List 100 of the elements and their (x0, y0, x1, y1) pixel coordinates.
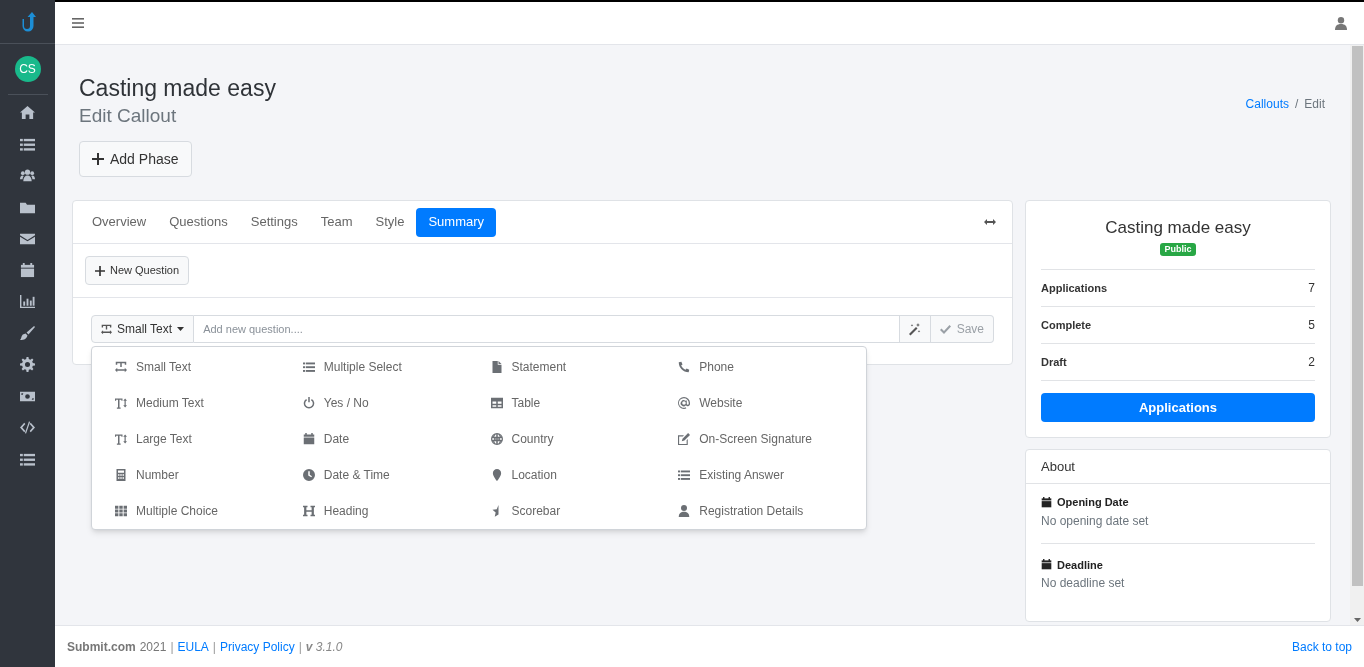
calendar-icon (302, 433, 315, 445)
menu-item[interactable]: Scorebar (490, 493, 679, 529)
person-icon (678, 505, 691, 517)
add-phase-button[interactable]: Add Phase (79, 141, 192, 177)
stat-value: 5 (1308, 317, 1315, 334)
about-value: No opening date set (1041, 512, 1150, 530)
menu-item[interactable]: Phone (678, 349, 866, 385)
menu-icon[interactable] (72, 18, 84, 28)
tab[interactable]: Questions (158, 207, 239, 237)
footer-separator: | (298, 638, 302, 656)
stat-label: Draft (1041, 354, 1067, 370)
users-icon[interactable] (20, 168, 35, 183)
bar-chart-icon[interactable] (20, 294, 35, 309)
menu-item[interactable]: Existing Answer (678, 457, 866, 493)
tab[interactable]: Settings (239, 207, 309, 237)
menu-item[interactable]: Table (490, 385, 679, 421)
plus-icon (95, 265, 105, 276)
stat-value: 2 (1308, 354, 1315, 371)
menu-item[interactable]: Medium Text (115, 385, 303, 421)
about-label: Deadline (1057, 557, 1103, 573)
menu-item[interactable]: Heading (302, 493, 491, 529)
menu-item[interactable]: Website (678, 385, 866, 421)
breadcrumb-link[interactable]: Callouts (1245, 95, 1289, 113)
footer-separator: | (170, 638, 174, 656)
footer-link[interactable]: Privacy Policy (220, 637, 295, 656)
phone-icon (678, 361, 691, 373)
calendar-icon (1041, 496, 1052, 508)
question-type-dropdown[interactable]: Small Text (91, 315, 195, 343)
brand-name: Submit.com (67, 638, 136, 656)
list-icon[interactable] (20, 451, 35, 467)
breadcrumb-separator: / (1294, 96, 1299, 113)
envelope-icon[interactable] (20, 231, 35, 246)
text-width-icon (101, 323, 112, 335)
map-pin-icon (490, 469, 503, 481)
menu-item[interactable]: Large Text (115, 421, 303, 457)
menu-item[interactable]: Number (115, 457, 303, 493)
list-icon (678, 469, 691, 481)
list-icon (302, 361, 315, 373)
scrollbar[interactable] (1350, 45, 1364, 625)
about-label: Opening Date (1057, 495, 1129, 510)
footer-link[interactable]: EULA (177, 637, 209, 656)
heading-icon (302, 505, 315, 517)
page-title: Casting made easy (79, 74, 276, 103)
callout-title: Casting made easy (1104, 217, 1252, 239)
back-to-top-link[interactable]: Back to top (1291, 637, 1352, 656)
card-title: About (1026, 450, 1330, 484)
menu-item[interactable]: Date (302, 421, 491, 457)
text-height-icon (115, 433, 127, 445)
grid-icon (115, 505, 127, 517)
text-width-icon (115, 361, 127, 373)
stat-label: Applications (1041, 280, 1107, 296)
menu-item[interactable]: Multiple Choice (115, 493, 303, 529)
new-question-button[interactable]: New Question (85, 256, 190, 285)
footer-separator: | (212, 638, 216, 656)
tab[interactable]: Team (309, 207, 364, 237)
table-icon (490, 397, 503, 409)
calendar-icon[interactable] (20, 262, 35, 278)
globe-icon (490, 433, 503, 445)
horizontal-arrows-icon[interactable] (984, 218, 996, 226)
magic-wand-icon (908, 322, 922, 336)
code-icon[interactable] (20, 420, 35, 435)
applications-button[interactable]: Applications (1041, 393, 1315, 422)
about-value: No deadline set (1041, 575, 1126, 592)
menu-item[interactable]: Location (490, 457, 679, 493)
question-input-field[interactable]: Add new question.... (194, 315, 899, 343)
user-icon[interactable] (1335, 16, 1347, 30)
menu-item[interactable]: Yes / No (302, 385, 491, 421)
clock-icon (302, 469, 315, 481)
list-icon[interactable] (20, 136, 35, 152)
menu-item[interactable]: Multiple Select (302, 349, 491, 385)
document-icon (490, 361, 503, 373)
copyright-year: 2021 (139, 638, 167, 656)
power-icon (302, 397, 315, 409)
menu-item[interactable]: Country (490, 421, 679, 457)
home-icon[interactable] (20, 105, 35, 120)
menu-item[interactable]: Small Text (115, 349, 303, 385)
breadcrumb-current: Edit (1304, 96, 1325, 113)
plus-icon (92, 153, 104, 165)
caret-icon (177, 327, 185, 331)
menu-item[interactable]: Statement (490, 349, 679, 385)
status-badge: Public (1160, 243, 1196, 256)
check-icon (939, 324, 951, 334)
stat-value: 7 (1308, 280, 1315, 297)
calculator-icon (115, 469, 127, 481)
tab[interactable]: Summary (416, 207, 497, 237)
page-subtitle: Edit Callout (79, 104, 178, 128)
magic-wand-button[interactable] (898, 315, 931, 343)
menu-item[interactable]: Registration Details (678, 493, 866, 529)
version-label: v 3.1.0 (305, 638, 343, 656)
menu-item[interactable]: On-Screen Signature (678, 421, 866, 457)
stat-label: Complete (1041, 317, 1092, 333)
at-sign-icon (678, 397, 691, 409)
text-height-icon (115, 397, 127, 409)
edit-icon (678, 433, 691, 445)
calendar-icon (1041, 559, 1052, 571)
paintbrush-icon[interactable] (20, 325, 35, 341)
menu-item[interactable]: Date & Time (302, 457, 491, 493)
tab[interactable]: Overview (81, 207, 158, 237)
tab[interactable]: Style (364, 207, 416, 237)
settings-icon[interactable] (20, 357, 35, 372)
